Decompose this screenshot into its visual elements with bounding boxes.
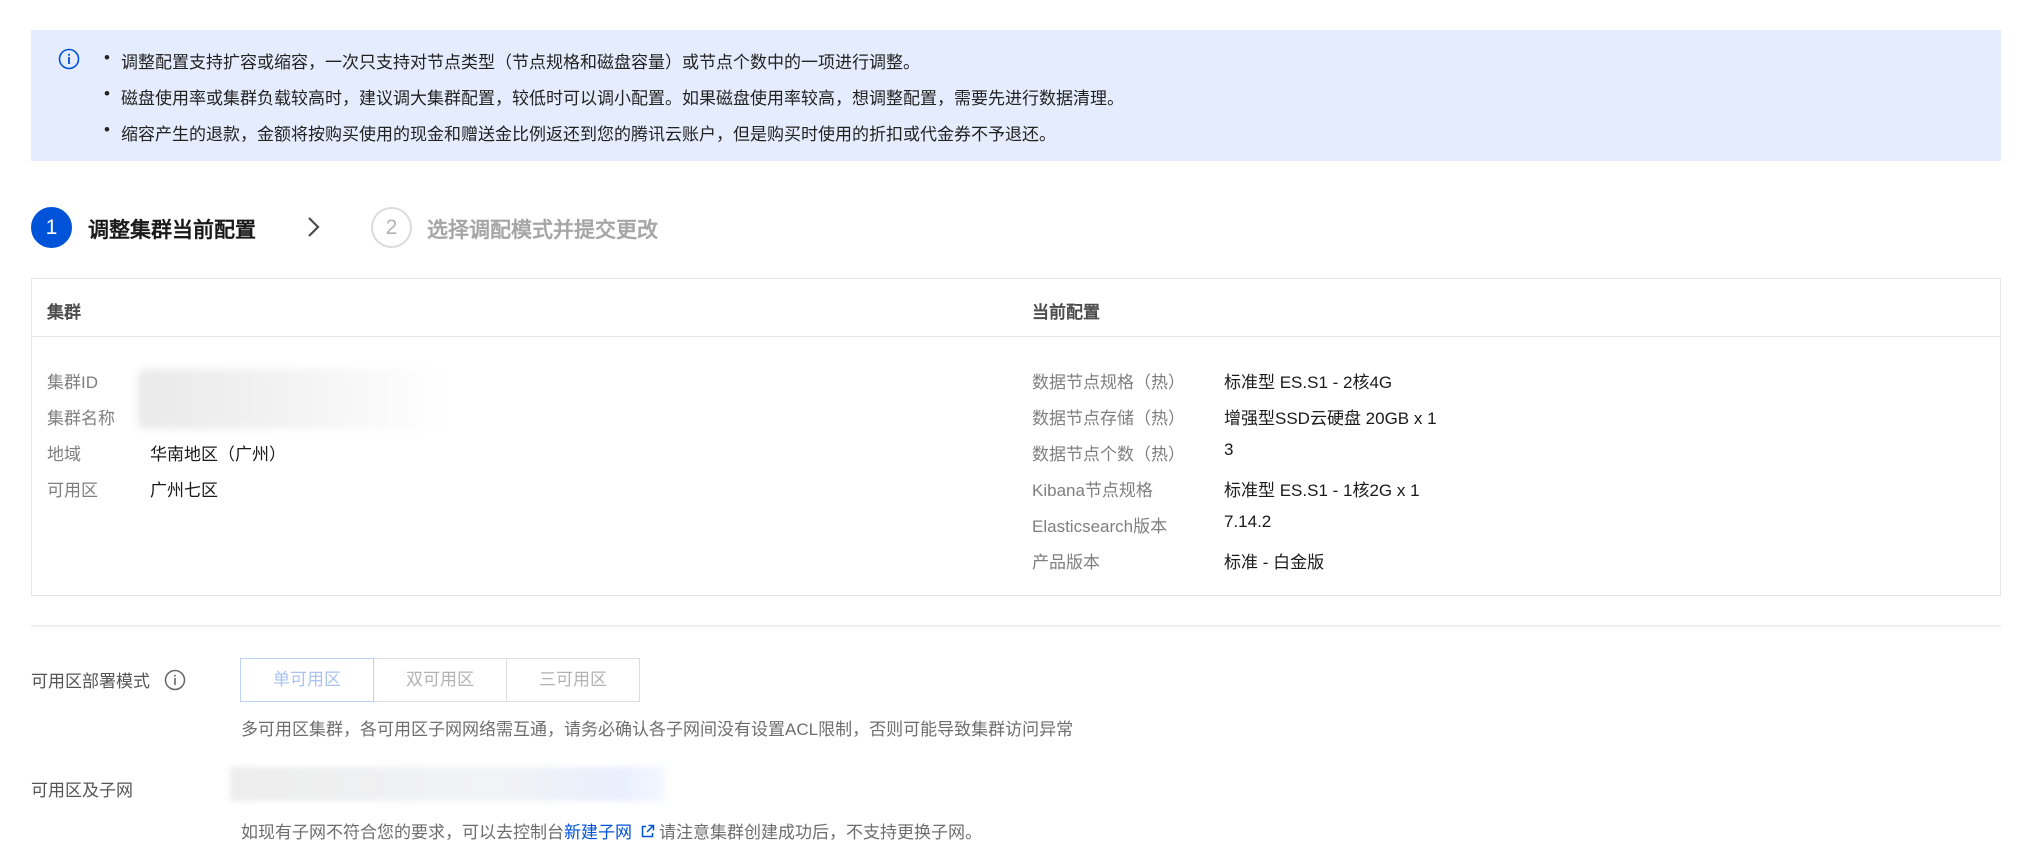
current-config-column-header: 当前配置: [1032, 303, 1100, 322]
data-node-spec-value: 标准型 ES.S1 - 2核4G: [1224, 373, 1393, 392]
region-label: 地域: [47, 445, 81, 464]
notice-banner: • 调整配置支持扩容或缩容，一次只支持对节点类型（节点规格和磁盘容量）或节点个数中…: [31, 30, 2001, 161]
product-edition-value: 标准 - 白金版: [1224, 553, 1325, 572]
dual-az-option[interactable]: 双可用区: [373, 658, 507, 702]
single-az-option[interactable]: 单可用区: [240, 658, 374, 702]
external-link-icon[interactable]: [640, 824, 655, 839]
notice-line: • 调整配置支持扩容或缩容，一次只支持对节点类型（节点规格和磁盘容量）或节点个数中…: [104, 48, 920, 72]
cluster-id-label: 集群ID: [47, 373, 98, 392]
section-divider: [31, 625, 2001, 627]
step-1-indicator: 1: [31, 207, 72, 248]
cluster-name-label: 集群名称: [47, 409, 115, 428]
subnet-hint-suffix: 请注意集群创建成功后，不支持更换子网。: [659, 823, 982, 842]
region-value: 华南地区（广州）: [150, 445, 286, 464]
redacted-subnet-selector[interactable]: [230, 767, 665, 801]
data-node-spec-label: 数据节点规格（热）: [1032, 373, 1185, 392]
kibana-node-spec-value: 标准型 ES.S1 - 1核2G x 1: [1224, 481, 1420, 500]
cluster-column-header: 集群: [47, 303, 81, 322]
notice-line: • 磁盘使用率或集群负载较高时，建议调大集群配置，较低时可以调小配置。如果磁盘使用…: [104, 84, 1124, 108]
triple-az-option[interactable]: 三可用区: [506, 658, 640, 702]
panel-header: 集群 当前配置: [32, 279, 2000, 337]
kibana-node-spec-label: Kibana节点规格: [1032, 481, 1153, 500]
subnet-hint: 如现有子网不符合您的要求，可以去控制台新建子网 请注意集群创建成功后，不支持更换…: [241, 818, 982, 843]
info-icon: [58, 48, 80, 70]
step-2-indicator: 2: [371, 207, 412, 248]
step-2-label: 选择调配模式并提交更改: [427, 219, 658, 242]
data-node-storage-value: 增强型SSD云硬盘 20GB x 1: [1224, 409, 1437, 428]
redacted-cluster-id-name: [138, 369, 448, 429]
es-version-label: Elasticsearch版本: [1032, 517, 1168, 536]
cluster-config-panel: 集群 当前配置 集群ID 集群名称 地域 华南地区（广州） 可用区 广州七区 数…: [31, 278, 2001, 596]
create-subnet-link[interactable]: 新建子网: [564, 823, 632, 842]
notice-line: • 缩容产生的退款，金额将按购买使用的现金和赠送金比例返还到您的腾讯云账户，但是购…: [104, 120, 1056, 144]
az-mode-hint: 多可用区集群，各可用区子网网络需互通，请务必确认各子网间没有设置ACL限制，否则…: [241, 720, 1074, 739]
product-edition-label: 产品版本: [1032, 553, 1100, 572]
help-info-icon[interactable]: [164, 669, 186, 691]
az-mode-selector: 单可用区 双可用区 三可用区: [240, 658, 640, 702]
zone-label: 可用区: [47, 481, 98, 500]
data-node-storage-label: 数据节点存储（热）: [1032, 409, 1185, 428]
zone-value: 广州七区: [150, 481, 218, 500]
data-node-count-value: 3: [1224, 440, 1234, 459]
az-mode-label: 可用区部署模式: [31, 672, 150, 691]
chevron-right-icon: [308, 217, 320, 237]
data-node-count-label: 数据节点个数（热）: [1032, 445, 1185, 464]
es-version-value: 7.14.2: [1224, 512, 1272, 531]
step-1-label: 调整集群当前配置: [88, 219, 256, 242]
subnet-hint-prefix: 如现有子网不符合您的要求，可以去控制台: [241, 823, 564, 842]
subnet-label: 可用区及子网: [31, 781, 133, 800]
